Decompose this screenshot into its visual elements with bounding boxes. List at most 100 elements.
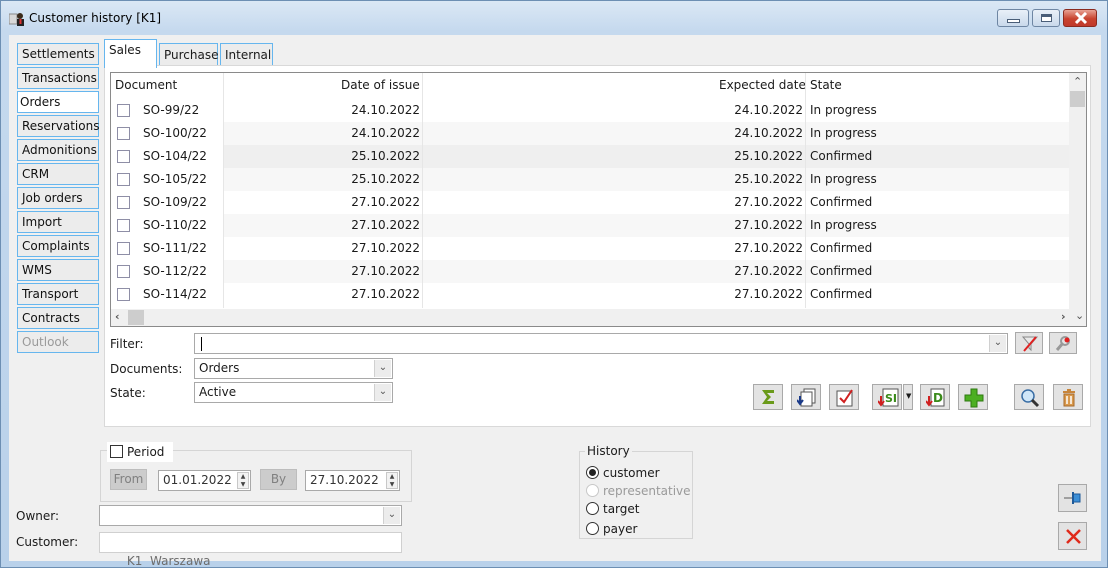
cell-expected-date: 25.10.2022 bbox=[734, 172, 803, 186]
filter-settings-button[interactable] bbox=[1049, 332, 1077, 354]
sidebar-item-job-orders[interactable]: Job orders bbox=[17, 187, 99, 209]
history-option-customer: customer bbox=[603, 466, 660, 480]
cell-state: Confirmed bbox=[810, 264, 873, 278]
sidebar-item-complaints[interactable]: Complaints bbox=[17, 235, 99, 257]
close-button[interactable] bbox=[1058, 522, 1087, 550]
state-select[interactable]: Active ⌄ bbox=[194, 382, 393, 403]
horizontal-scrollbar[interactable]: ‹ › ⌄ bbox=[111, 309, 1086, 326]
copy-documents-button[interactable] bbox=[791, 384, 821, 410]
tab-sales[interactable]: Sales bbox=[104, 39, 157, 68]
owner-dropdown-button[interactable]: ⌄ bbox=[383, 507, 400, 524]
cell-state: In progress bbox=[810, 172, 877, 186]
sidebar-item-admonitions[interactable]: Admonitions bbox=[17, 139, 99, 161]
sidebar-item-import[interactable]: Import bbox=[17, 211, 99, 233]
row-checkbox[interactable] bbox=[117, 288, 130, 301]
delete-button[interactable] bbox=[1053, 384, 1083, 410]
cell-document: SO-100/22 bbox=[143, 126, 207, 140]
filter-dropdown-button[interactable]: ⌄ bbox=[989, 335, 1006, 352]
table-header: Document Date of issue Expected date Sta… bbox=[111, 73, 1074, 99]
table-row[interactable]: SO-110/22 27.10.2022 27.10.2022 In progress bbox=[111, 214, 1074, 237]
history-radio-target[interactable] bbox=[586, 502, 599, 515]
spin-up-icon[interactable]: ▲ bbox=[238, 473, 248, 481]
from-date-input[interactable]: 01.01.2022 ▲ ▼ bbox=[158, 470, 251, 491]
spin-down-icon[interactable]: ▼ bbox=[387, 481, 397, 489]
table-row[interactable]: SO-105/22 25.10.2022 25.10.2022 In progress bbox=[111, 168, 1074, 191]
column-header-date-of-issue[interactable]: Date of issue bbox=[341, 78, 420, 92]
sidebar-item-label: Complaints bbox=[22, 239, 90, 253]
row-checkbox[interactable] bbox=[117, 242, 130, 255]
table-row[interactable]: SO-104/22 25.10.2022 25.10.2022 Confirmed bbox=[111, 145, 1074, 168]
history-radio-payer[interactable] bbox=[586, 522, 599, 535]
sidebar-item-label: WMS bbox=[22, 263, 52, 277]
sidebar-item-contracts[interactable]: Contracts bbox=[17, 307, 99, 329]
row-checkbox[interactable] bbox=[117, 173, 130, 186]
confirm-button[interactable] bbox=[829, 384, 859, 410]
scroll-left-icon[interactable]: ‹ bbox=[115, 310, 120, 323]
sidebar-item-reservations[interactable]: Reservations bbox=[17, 115, 99, 137]
sidebar-item-wms[interactable]: WMS bbox=[17, 259, 99, 281]
scroll-up-icon[interactable]: ⌃ bbox=[1073, 75, 1082, 88]
sidebar-item-crm[interactable]: CRM bbox=[17, 163, 99, 185]
history-radio-representative bbox=[586, 484, 599, 497]
generate-document-button[interactable]: D bbox=[920, 384, 950, 410]
close-window-button[interactable] bbox=[1063, 9, 1097, 27]
sidebar-item-orders[interactable]: Orders bbox=[17, 91, 99, 113]
row-checkbox[interactable] bbox=[117, 219, 130, 232]
row-checkbox[interactable] bbox=[117, 127, 130, 140]
spin-down-icon[interactable]: ▼ bbox=[238, 481, 248, 489]
row-checkbox[interactable] bbox=[117, 196, 130, 209]
vertical-scrollbar[interactable]: ⌃ bbox=[1069, 73, 1086, 310]
history-radio-customer[interactable] bbox=[586, 466, 599, 479]
column-header-document[interactable]: Document bbox=[115, 78, 177, 92]
documents-dropdown-button[interactable]: ⌄ bbox=[374, 360, 391, 377]
horizontal-scroll-thumb[interactable] bbox=[128, 310, 144, 325]
sidebar-item-transactions[interactable]: Transactions bbox=[17, 67, 99, 89]
state-dropdown-button[interactable]: ⌄ bbox=[374, 384, 391, 401]
scroll-right-icon[interactable]: › bbox=[1061, 310, 1066, 323]
clear-filter-button[interactable] bbox=[1015, 332, 1043, 354]
vertical-scroll-thumb[interactable] bbox=[1070, 91, 1085, 107]
history-title: History bbox=[585, 444, 632, 458]
add-button[interactable] bbox=[958, 384, 988, 410]
table-row[interactable]: SO-99/22 24.10.2022 24.10.2022 In progress bbox=[111, 99, 1074, 122]
pin-icon bbox=[1064, 492, 1081, 504]
tab-internal[interactable]: Internal bbox=[220, 43, 273, 67]
table-row[interactable]: SO-111/22 27.10.2022 27.10.2022 Confirmed bbox=[111, 237, 1074, 260]
period-checkbox[interactable] bbox=[110, 445, 123, 458]
customer-value: K1 Warszawa bbox=[126, 554, 211, 568]
search-button[interactable] bbox=[1014, 384, 1044, 410]
column-header-expected-date[interactable]: Expected date bbox=[719, 78, 806, 92]
maximize-button[interactable] bbox=[1032, 9, 1060, 27]
column-header-state[interactable]: State bbox=[810, 78, 842, 92]
documents-select[interactable]: Orders ⌄ bbox=[194, 358, 393, 379]
row-checkbox[interactable] bbox=[117, 104, 130, 117]
sidebar-item-transport[interactable]: Transport bbox=[17, 283, 99, 305]
pin-button[interactable] bbox=[1058, 484, 1087, 512]
cell-document: SO-111/22 bbox=[143, 241, 207, 255]
add-icon bbox=[964, 388, 984, 408]
sidebar-item-settlements[interactable]: Settlements bbox=[17, 43, 99, 65]
generate-options-dropdown[interactable]: ▼ bbox=[903, 384, 913, 410]
table-row[interactable]: SO-114/22 27.10.2022 27.10.2022 Confirmed bbox=[111, 283, 1074, 306]
sum-button[interactable] bbox=[753, 384, 783, 410]
cell-date-of-issue: 27.10.2022 bbox=[351, 241, 420, 255]
spin-up-icon[interactable]: ▲ bbox=[387, 473, 397, 481]
by-date-input[interactable]: 27.10.2022 ▲ ▼ bbox=[305, 470, 400, 491]
sidebar-item-label: Import bbox=[22, 215, 62, 229]
minimize-icon bbox=[1007, 19, 1020, 23]
row-checkbox[interactable] bbox=[117, 265, 130, 278]
table-row[interactable]: SO-112/22 27.10.2022 27.10.2022 Confirmed bbox=[111, 260, 1074, 283]
scroll-down-icon[interactable]: ⌄ bbox=[1075, 309, 1084, 322]
generate-sales-invoice-button[interactable]: SI bbox=[872, 384, 902, 410]
cell-expected-date: 24.10.2022 bbox=[734, 126, 803, 140]
from-date-spinner[interactable]: ▲ ▼ bbox=[237, 472, 249, 489]
row-checkbox[interactable] bbox=[117, 150, 130, 163]
by-date-spinner[interactable]: ▲ ▼ bbox=[386, 472, 398, 489]
table-row[interactable]: SO-109/22 27.10.2022 27.10.2022 Confirmed bbox=[111, 191, 1074, 214]
filter-input[interactable]: ⌄ bbox=[194, 333, 1008, 354]
tab-purchase[interactable]: Purchase bbox=[159, 43, 219, 67]
minimize-button[interactable] bbox=[997, 9, 1029, 27]
owner-select[interactable]: ⌄ bbox=[99, 505, 402, 526]
table-row[interactable]: SO-100/22 24.10.2022 24.10.2022 In progress bbox=[111, 122, 1074, 145]
cell-expected-date: 27.10.2022 bbox=[734, 218, 803, 232]
